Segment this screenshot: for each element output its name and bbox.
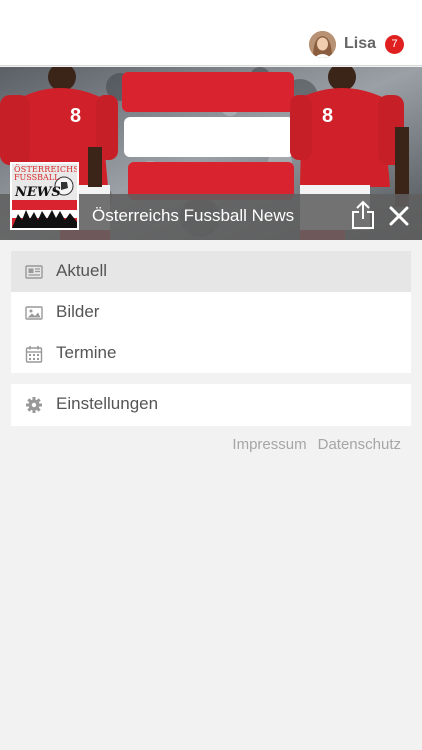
close-button[interactable] xyxy=(386,203,412,229)
user-avatar[interactable] xyxy=(308,30,336,58)
svg-text:8: 8 xyxy=(70,105,81,127)
main-menu: Aktuell Bilder Termine xyxy=(11,251,411,373)
logo-text: NEWS xyxy=(15,185,61,200)
gear-icon xyxy=(26,397,42,413)
newspaper-icon xyxy=(25,265,43,279)
settings-menu: Einstellungen xyxy=(11,384,411,426)
datenschutz-link[interactable]: Datenschutz xyxy=(318,436,401,453)
menu-item-termine[interactable]: Termine xyxy=(11,333,411,374)
content-area xyxy=(11,462,411,750)
share-icon xyxy=(352,200,374,229)
menu-item-aktuell[interactable]: Aktuell xyxy=(11,251,411,292)
app-title: Österreichs Fussball News xyxy=(92,206,295,225)
close-icon xyxy=(389,206,409,226)
menu-item-label: Einstellungen xyxy=(56,394,159,413)
logo-text: FUSSBALL xyxy=(14,173,60,182)
top-bar: Lisa 7 xyxy=(0,0,422,66)
image-icon xyxy=(25,306,43,320)
share-button[interactable] xyxy=(350,200,376,230)
footer-links: Impressum Datenschutz xyxy=(232,436,401,453)
impressum-link[interactable]: Impressum xyxy=(232,436,306,453)
menu-item-einstellungen[interactable]: Einstellungen xyxy=(11,384,411,425)
user-profile[interactable]: Lisa 7 xyxy=(308,30,404,58)
calendar-icon xyxy=(25,346,43,363)
menu-item-label: Aktuell xyxy=(56,261,108,280)
notification-badge[interactable]: 7 xyxy=(385,34,404,54)
user-name[interactable]: Lisa xyxy=(344,35,376,53)
svg-text:8: 8 xyxy=(322,105,333,127)
menu-item-label: Termine xyxy=(56,343,117,362)
menu-item-label: Bilder xyxy=(56,302,100,321)
app-logo: ÖSTERREICHS FUSSBALL NEWS xyxy=(10,162,79,230)
menu-item-bilder[interactable]: Bilder xyxy=(11,292,411,333)
